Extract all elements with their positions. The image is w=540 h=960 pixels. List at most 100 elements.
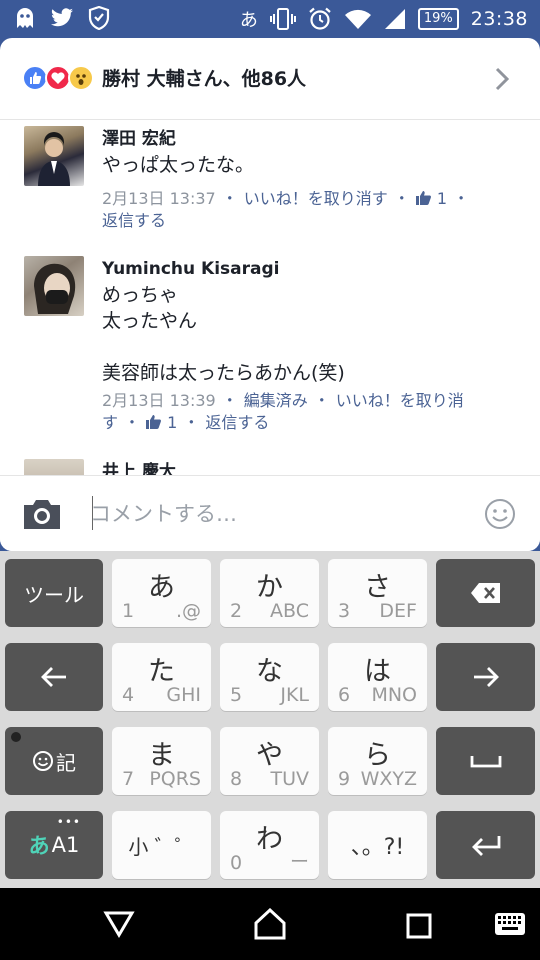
- enter-icon: [471, 836, 500, 856]
- camera-icon[interactable]: [22, 496, 62, 532]
- home-icon[interactable]: [253, 908, 287, 940]
- punctuation-key[interactable]: 、。?!: [328, 811, 427, 879]
- battery-icon: 19%: [417, 8, 459, 30]
- twitter-icon: [51, 8, 73, 27]
- kana-key-ta[interactable]: た 4 GHI: [112, 643, 211, 711]
- unlike-text-part2: す: [102, 413, 119, 432]
- emoji-symbol-key[interactable]: 記: [5, 727, 103, 795]
- key-sub: ー: [289, 851, 309, 873]
- ime-indicator: あ: [239, 10, 258, 31]
- thumbs-up-icon: [415, 191, 431, 205]
- tool-key-label: ツール: [24, 582, 84, 607]
- wifi-icon: [344, 9, 371, 29]
- kana-label: は: [364, 656, 391, 687]
- kana-key-wa[interactable]: わ 0 ー: [220, 811, 319, 879]
- key-number: 0: [230, 852, 243, 874]
- comments-sheet: 勝村 大輔さん、他86人 澤田 宏紀 やっぱ太ったな。 2月13日 13:37 ・…: [0, 38, 540, 551]
- avatar[interactable]: [24, 126, 84, 186]
- smiley-icon: [33, 751, 53, 771]
- tool-key[interactable]: ツール: [5, 559, 103, 627]
- indicator-dot: [11, 732, 21, 742]
- kana-key-na[interactable]: な 5 JKL: [220, 643, 319, 711]
- recent-apps-icon[interactable]: [405, 912, 433, 940]
- reactions-label: 勝村 大輔さん、他86人: [102, 68, 307, 90]
- mode-secondary-label: A1: [51, 833, 80, 857]
- avatar[interactable]: [24, 459, 84, 475]
- comment-author[interactable]: Yuminchu Kisaragi: [102, 256, 512, 282]
- key-number: 7: [122, 768, 135, 790]
- reply-link[interactable]: 返信する: [102, 211, 166, 230]
- key-sub: JKL: [280, 684, 309, 706]
- cursor-left-key[interactable]: [5, 643, 103, 711]
- back-icon[interactable]: [103, 910, 135, 938]
- key-number: 4: [122, 684, 135, 706]
- kana-key-ka[interactable]: か 2 ABC: [220, 559, 319, 627]
- comment-text: やっぱ太ったな。: [102, 154, 255, 176]
- comment-timestamp: 2月13日 13:39: [102, 391, 216, 410]
- clock: 23:38: [470, 8, 528, 30]
- kana-label: か: [256, 572, 283, 603]
- shield-icon: [88, 6, 110, 30]
- arrow-right-icon: [473, 667, 499, 687]
- navigation-bar: [0, 888, 540, 960]
- key-number: 2: [230, 600, 243, 622]
- keyboard-switch-icon[interactable]: [494, 912, 526, 936]
- comment-composer: [0, 475, 540, 551]
- dakuten-key[interactable]: 小 ゛゜: [112, 811, 211, 879]
- chevron-right-icon[interactable]: [492, 66, 512, 92]
- key-sub: GHI: [166, 684, 201, 706]
- key-sub: WXYZ: [360, 768, 417, 790]
- unlike-link[interactable]: いいね！を取り消す: [244, 189, 388, 208]
- more-dots-icon: •••: [56, 815, 81, 829]
- comment-author[interactable]: 澤田 宏紀: [102, 126, 512, 152]
- space-icon: [470, 756, 501, 768]
- backspace-icon: [470, 583, 500, 603]
- signal-icon: [384, 9, 405, 29]
- key-sub: .@: [175, 600, 201, 622]
- thumbs-up-icon: [146, 415, 162, 429]
- kana-label: 小 ゛゜: [128, 834, 195, 859]
- vibrate-icon: [269, 8, 296, 30]
- smiley-icon[interactable]: [484, 498, 516, 530]
- unlike-text-part1: いいね！を取り消: [335, 391, 464, 410]
- comment-input[interactable]: [90, 494, 450, 534]
- comment-text: めっちゃ 太ったやん 美容師は太ったらあかん(笑): [102, 284, 345, 384]
- reactions-summary[interactable]: 勝村 大輔さん、他86人: [0, 38, 540, 120]
- comment-list: 澤田 宏紀 やっぱ太ったな。 2月13日 13:37 ・いいね！を取り消す・ 1 ・…: [0, 121, 540, 475]
- key-sub: DEF: [379, 600, 417, 622]
- key-sub: ABC: [270, 600, 309, 622]
- key-number: 3: [338, 600, 351, 622]
- status-bar: あ 19% 23:38: [0, 0, 540, 38]
- kana-key-ya[interactable]: や 8 TUV: [220, 727, 319, 795]
- reply-link[interactable]: 返信する: [205, 413, 269, 432]
- emoji-key-label: 記: [56, 750, 76, 775]
- kana-key-ra[interactable]: ら 9 WXYZ: [328, 727, 427, 795]
- wow-reaction-icon: [68, 65, 94, 91]
- comment-meta: 2月13日 13:39 ・編集済み・いいね！を取り消す・ 1 ・返信する: [102, 391, 464, 432]
- kana-label: さ: [364, 572, 391, 603]
- kana-key-ha[interactable]: は 6 MNO: [328, 643, 427, 711]
- comment-meta: 2月13日 13:37 ・いいね！を取り消す・ 1 ・返信する: [102, 189, 470, 230]
- arrow-left-icon: [41, 667, 66, 687]
- like-count[interactable]: 1: [415, 189, 447, 208]
- edited-link[interactable]: 編集済み: [244, 391, 308, 410]
- key-sub: MNO: [371, 684, 417, 706]
- ghost-app-icon: [17, 8, 33, 28]
- like-count-value: 1: [167, 413, 178, 432]
- kana-key-a[interactable]: あ 1 .@: [112, 559, 211, 627]
- comment-author[interactable]: 井上 慶大: [102, 459, 512, 475]
- kana-label: ら: [364, 740, 391, 771]
- space-key[interactable]: [436, 727, 535, 795]
- key-number: 8: [230, 768, 243, 790]
- avatar[interactable]: [24, 256, 84, 316]
- backspace-key[interactable]: [436, 559, 535, 627]
- kana-key-ma[interactable]: ま 7 PQRS: [112, 727, 211, 795]
- key-number: 9: [338, 768, 351, 790]
- alarm-icon: [309, 7, 331, 30]
- like-count[interactable]: 1: [146, 413, 177, 432]
- input-mode-key[interactable]: ••• あ A1: [5, 811, 103, 879]
- kana-key-sa[interactable]: さ 3 DEF: [328, 559, 427, 627]
- kana-label: ま: [148, 740, 175, 771]
- cursor-right-key[interactable]: [436, 643, 535, 711]
- enter-key[interactable]: [436, 811, 535, 879]
